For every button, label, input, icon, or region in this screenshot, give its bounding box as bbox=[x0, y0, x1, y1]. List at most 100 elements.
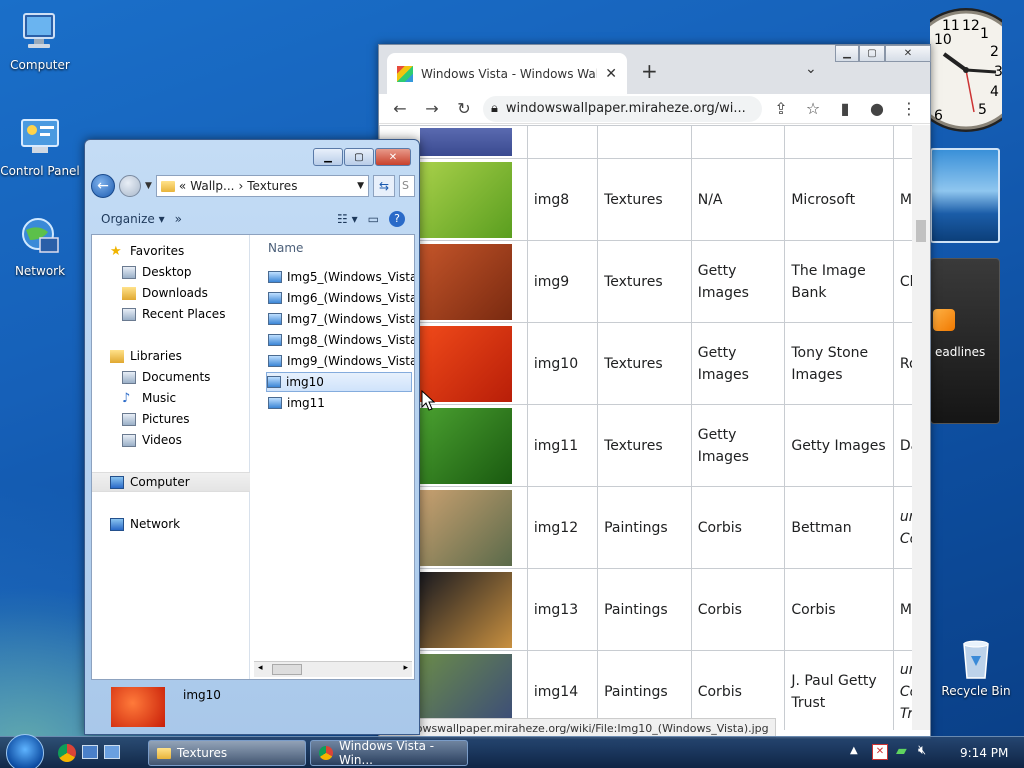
name-cell[interactable]: img12 bbox=[526, 486, 599, 569]
file-item[interactable]: Img6_(Windows_Vista) bbox=[268, 288, 414, 308]
name-cell[interactable]: img10 bbox=[526, 322, 599, 405]
column-header-name[interactable]: Name bbox=[254, 237, 414, 259]
breadcrumb-overflow[interactable]: « bbox=[179, 179, 186, 193]
scrollbar-thumb[interactable] bbox=[916, 220, 926, 242]
taskbar-button-chrome[interactable]: Windows Vista - Win... bbox=[310, 739, 468, 767]
photographer-cell: Dana M bbox=[892, 404, 912, 487]
new-tab-button[interactable]: + bbox=[641, 59, 658, 83]
menu-kebab-icon[interactable]: ⋮ bbox=[896, 99, 922, 118]
address-bar[interactable]: 🔒︎ windowswallpaper.miraheze.org/wi... bbox=[483, 95, 762, 122]
nav-item-libraries[interactable]: Libraries bbox=[92, 346, 250, 366]
name-cell[interactable]: img11 bbox=[526, 404, 599, 487]
folder-icon bbox=[160, 180, 175, 192]
desktop-icon-control-panel[interactable]: Control Panel bbox=[0, 116, 80, 178]
nav-item-documents[interactable]: Documents bbox=[92, 367, 250, 387]
thumbnail-image[interactable] bbox=[420, 489, 512, 566]
share-icon[interactable]: ⇪ bbox=[768, 99, 794, 118]
address-dropdown-icon[interactable]: ▼ bbox=[357, 181, 364, 191]
nav-item-label: Desktop bbox=[142, 265, 192, 279]
name-cell[interactable]: img13 bbox=[526, 568, 599, 651]
table-row: img8TexturesN/AMicrosoftMike S bbox=[379, 158, 912, 241]
nav-item-computer[interactable]: Computer bbox=[92, 472, 250, 492]
scroll-right-icon[interactable]: ▸ bbox=[403, 663, 408, 673]
address-breadcrumb[interactable]: « Wallp... › Textures ▼ bbox=[155, 175, 369, 197]
bookmark-star-icon[interactable]: ☆ bbox=[800, 99, 826, 118]
show-hidden-icons-icon[interactable]: ▲ bbox=[850, 745, 858, 756]
desktop-icon-recycle-bin[interactable]: Recycle Bin bbox=[936, 636, 1016, 698]
breadcrumb-item-textures[interactable]: Textures bbox=[247, 179, 297, 193]
page-scrollbar[interactable] bbox=[912, 125, 930, 730]
nav-item-desktop[interactable]: Desktop bbox=[92, 262, 250, 282]
desktop-icon-network[interactable]: Network bbox=[0, 216, 80, 278]
show-desktop-quicklaunch-icon[interactable] bbox=[82, 745, 98, 759]
file-item[interactable]: img11 bbox=[268, 393, 414, 413]
tab-windows-vista[interactable]: Windows Vista - Windows Wallp ✕ bbox=[387, 53, 627, 94]
tab-close-icon[interactable]: ✕ bbox=[605, 66, 617, 82]
action-center-icon[interactable]: ✕ bbox=[872, 744, 888, 760]
back-arrow-icon[interactable]: ← bbox=[91, 174, 115, 198]
nav-item-music[interactable]: ♪ Music bbox=[92, 388, 250, 408]
explorer-body: ★ Favorites Desktop Downloads Recent Places L… bbox=[91, 234, 415, 680]
name-cell[interactable]: img8 bbox=[526, 158, 599, 241]
nav-item-network[interactable]: Network bbox=[92, 514, 250, 534]
scrollbar-thumb[interactable] bbox=[272, 664, 302, 675]
tab-search-dropdown-icon[interactable]: ⌄ bbox=[805, 61, 817, 77]
close-button[interactable]: ✕ bbox=[885, 45, 931, 62]
nav-item-pictures[interactable]: Pictures bbox=[92, 409, 250, 429]
thumbnail-image[interactable] bbox=[420, 128, 512, 156]
thumbnail-image[interactable] bbox=[420, 407, 512, 484]
thumbnail-image[interactable] bbox=[420, 161, 512, 238]
refresh-icon[interactable]: ⇆ bbox=[373, 175, 395, 197]
horizontal-scrollbar[interactable]: ◂ ▸ bbox=[254, 661, 412, 677]
breadcrumb-item-wallpapers[interactable]: Wallp... bbox=[190, 179, 234, 193]
preview-pane-icon[interactable]: ▭ bbox=[368, 212, 379, 226]
taskbar-button-textures[interactable]: Textures bbox=[148, 740, 306, 766]
minimize-button[interactable]: ▁ bbox=[835, 45, 859, 62]
file-item[interactable]: img10 bbox=[266, 372, 412, 392]
file-item[interactable]: Img7_(Windows_Vista) bbox=[268, 309, 414, 329]
reload-icon[interactable]: ↻ bbox=[451, 99, 477, 118]
switch-windows-quicklaunch-icon[interactable] bbox=[104, 745, 120, 759]
wireless-signal-icon[interactable]: ▰ bbox=[896, 743, 907, 759]
volume-muted-icon[interactable]: 🔇︎ bbox=[918, 743, 926, 758]
file-item[interactable]: Img8_(Windows_Vista) bbox=[268, 330, 414, 350]
file-item[interactable]: Img5_(Windows_Vista) bbox=[268, 267, 414, 287]
tray-clock[interactable]: 9:14 PM bbox=[960, 746, 1008, 760]
nav-item-recent-places[interactable]: Recent Places bbox=[92, 304, 250, 324]
slideshow-gadget[interactable] bbox=[930, 148, 1000, 243]
start-button[interactable] bbox=[6, 734, 44, 768]
thumbnail-image[interactable] bbox=[420, 243, 512, 320]
organize-button[interactable]: Organize ▾ bbox=[101, 212, 165, 226]
clock-gadget[interactable]: 12 1 2 3 4 5 6 10 11 bbox=[904, 8, 1024, 132]
file-item[interactable]: Img9_(Windows_Vista) bbox=[268, 351, 414, 371]
back-arrow-icon[interactable]: ← bbox=[387, 99, 413, 118]
desktop-icon-label: Computer bbox=[10, 58, 70, 72]
forward-arrow-icon[interactable]: → bbox=[419, 99, 445, 118]
close-button[interactable]: ✕ bbox=[375, 148, 411, 166]
maximize-button[interactable]: ▢ bbox=[344, 148, 374, 166]
minimize-button[interactable]: ▁ bbox=[313, 148, 343, 166]
forward-arrow-icon[interactable] bbox=[119, 175, 141, 197]
help-icon[interactable]: ? bbox=[389, 211, 405, 227]
search-input[interactable]: S bbox=[399, 175, 415, 197]
profile-avatar-icon[interactable]: ● bbox=[864, 99, 890, 118]
computer-icon bbox=[110, 475, 124, 489]
nav-item-videos[interactable]: Videos bbox=[92, 430, 250, 450]
side-panel-icon[interactable]: ▮ bbox=[832, 99, 858, 118]
feed-headlines-gadget[interactable]: eadlines bbox=[930, 258, 1000, 424]
more-commands-button[interactable]: » bbox=[175, 212, 182, 226]
nav-item-downloads[interactable]: Downloads bbox=[92, 283, 250, 303]
browser-window[interactable]: ▁ ▢ ✕ Windows Vista - Windows Wallp ✕ + … bbox=[378, 44, 931, 739]
explorer-window[interactable]: ▁ ▢ ✕ ← ▼ « Wallp... › Textures ▼ ⇆ S Or… bbox=[84, 139, 420, 735]
scroll-left-icon[interactable]: ◂ bbox=[258, 663, 263, 673]
maximize-button[interactable]: ▢ bbox=[859, 45, 885, 62]
system-tray: ▲ ✕ ▰ 🔇︎ 9:14 PM bbox=[834, 737, 1024, 768]
recent-pages-dropdown-icon[interactable]: ▼ bbox=[145, 181, 152, 191]
view-options-icon[interactable]: ☷ ▾ bbox=[337, 212, 358, 226]
desktop-icon-computer[interactable]: Computer bbox=[0, 10, 80, 72]
photographer-cell[interactable]: Mike S bbox=[892, 158, 912, 241]
chrome-quicklaunch-icon[interactable] bbox=[58, 744, 76, 762]
name-cell[interactable]: img9 bbox=[526, 240, 599, 323]
thumbnail-image[interactable] bbox=[420, 571, 512, 648]
nav-item-favorites[interactable]: ★ Favorites bbox=[92, 241, 250, 261]
